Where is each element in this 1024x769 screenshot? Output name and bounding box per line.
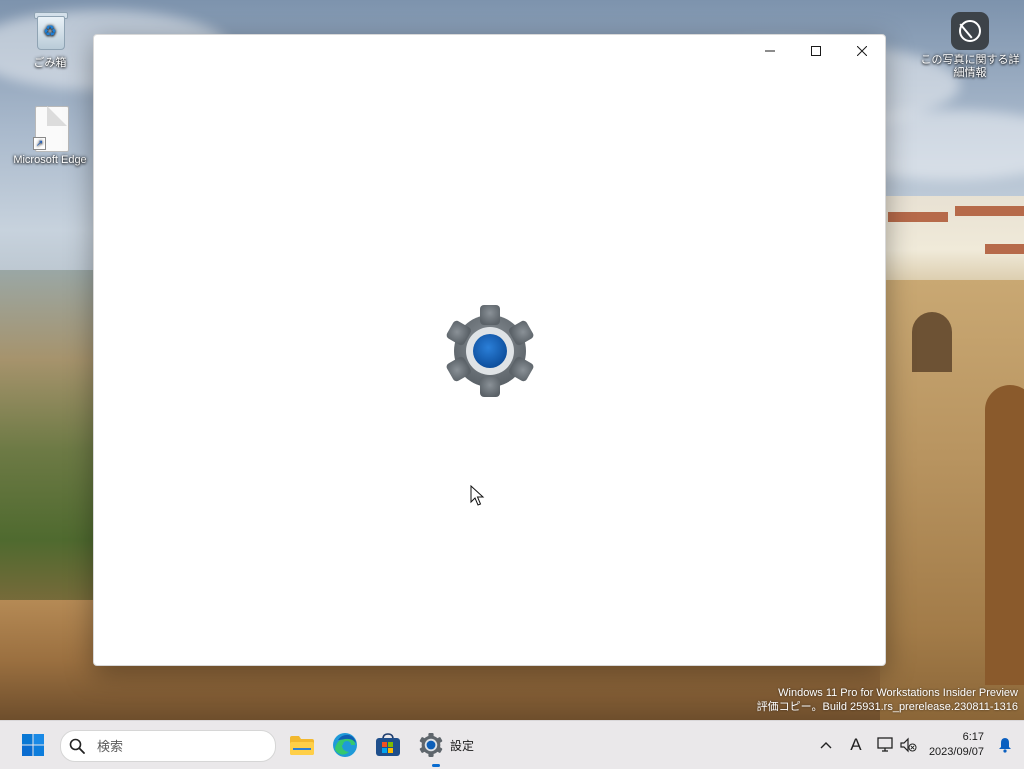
bell-icon (999, 738, 1011, 753)
search-input[interactable] (95, 737, 259, 755)
close-icon (857, 46, 867, 56)
clock[interactable]: 6:17 2023/09/07 (923, 730, 992, 760)
photo-info-icon (951, 12, 989, 50)
clock-time: 6:17 (962, 731, 984, 743)
desktop-icon-label: Microsoft Edge (13, 154, 87, 166)
notifications-button[interactable] (992, 725, 1018, 765)
build-watermark: Windows 11 Pro for Workstations Insider … (757, 686, 1018, 714)
watermark-line-1: Windows 11 Pro for Workstations Insider … (778, 687, 1018, 699)
show-hidden-icons-button[interactable] (811, 725, 841, 765)
taskbar-settings[interactable]: 設定 (418, 721, 482, 769)
close-button[interactable] (839, 35, 885, 67)
mouse-cursor-icon (470, 485, 485, 506)
taskbar-store[interactable] (368, 721, 408, 769)
recycle-bin-icon: ♻ (33, 10, 68, 50)
volume-muted-icon (900, 737, 917, 753)
network-volume-button[interactable] (871, 725, 923, 765)
taskbar-settings-label: 設定 (450, 738, 475, 753)
store-icon (376, 733, 400, 756)
taskbar-file-explorer[interactable] (282, 721, 322, 769)
start-button[interactable] (14, 721, 52, 769)
folder-icon (290, 736, 314, 755)
chevron-up-icon (820, 742, 832, 749)
desktop-icon-edge-shortcut[interactable]: ↗ Microsoft Edge (8, 106, 92, 166)
ime-indicator[interactable]: A (841, 725, 871, 765)
maximize-button[interactable] (793, 35, 839, 67)
settings-gear-icon (446, 305, 534, 397)
edge-icon (333, 733, 357, 757)
settings-gear-icon (419, 733, 443, 757)
watermark-line-2: 評価コピー。Build 25931.rs_prerelease.230811-1… (756, 701, 1018, 713)
minimize-icon (765, 50, 775, 52)
search-icon (69, 738, 85, 754)
clock-date: 2023/09/07 (928, 746, 984, 758)
window-controls (747, 35, 885, 67)
minimize-button[interactable] (747, 35, 793, 67)
settings-window[interactable] (93, 34, 886, 666)
windows-start-icon (22, 734, 44, 756)
file-shortcut-icon: ↗ (33, 106, 69, 152)
maximize-icon (811, 46, 821, 56)
desktop-icon-label: ごみ箱 (33, 57, 67, 69)
network-icon (877, 737, 893, 752)
taskbar: 設定 A 6:17 2023/09/07 (0, 720, 1024, 769)
system-tray: A 6:17 2023/09/07 (811, 721, 1024, 769)
desktop-icon-label: この写真に関する詳細情報 (920, 54, 1020, 79)
taskbar-edge[interactable] (325, 721, 365, 769)
desktop-icon-photo-info[interactable]: この写真に関する詳細情報 (920, 12, 1020, 80)
desktop-icon-recycle-bin[interactable]: ♻ ごみ箱 (8, 10, 92, 70)
active-indicator (432, 764, 440, 767)
search-box[interactable] (60, 730, 276, 762)
